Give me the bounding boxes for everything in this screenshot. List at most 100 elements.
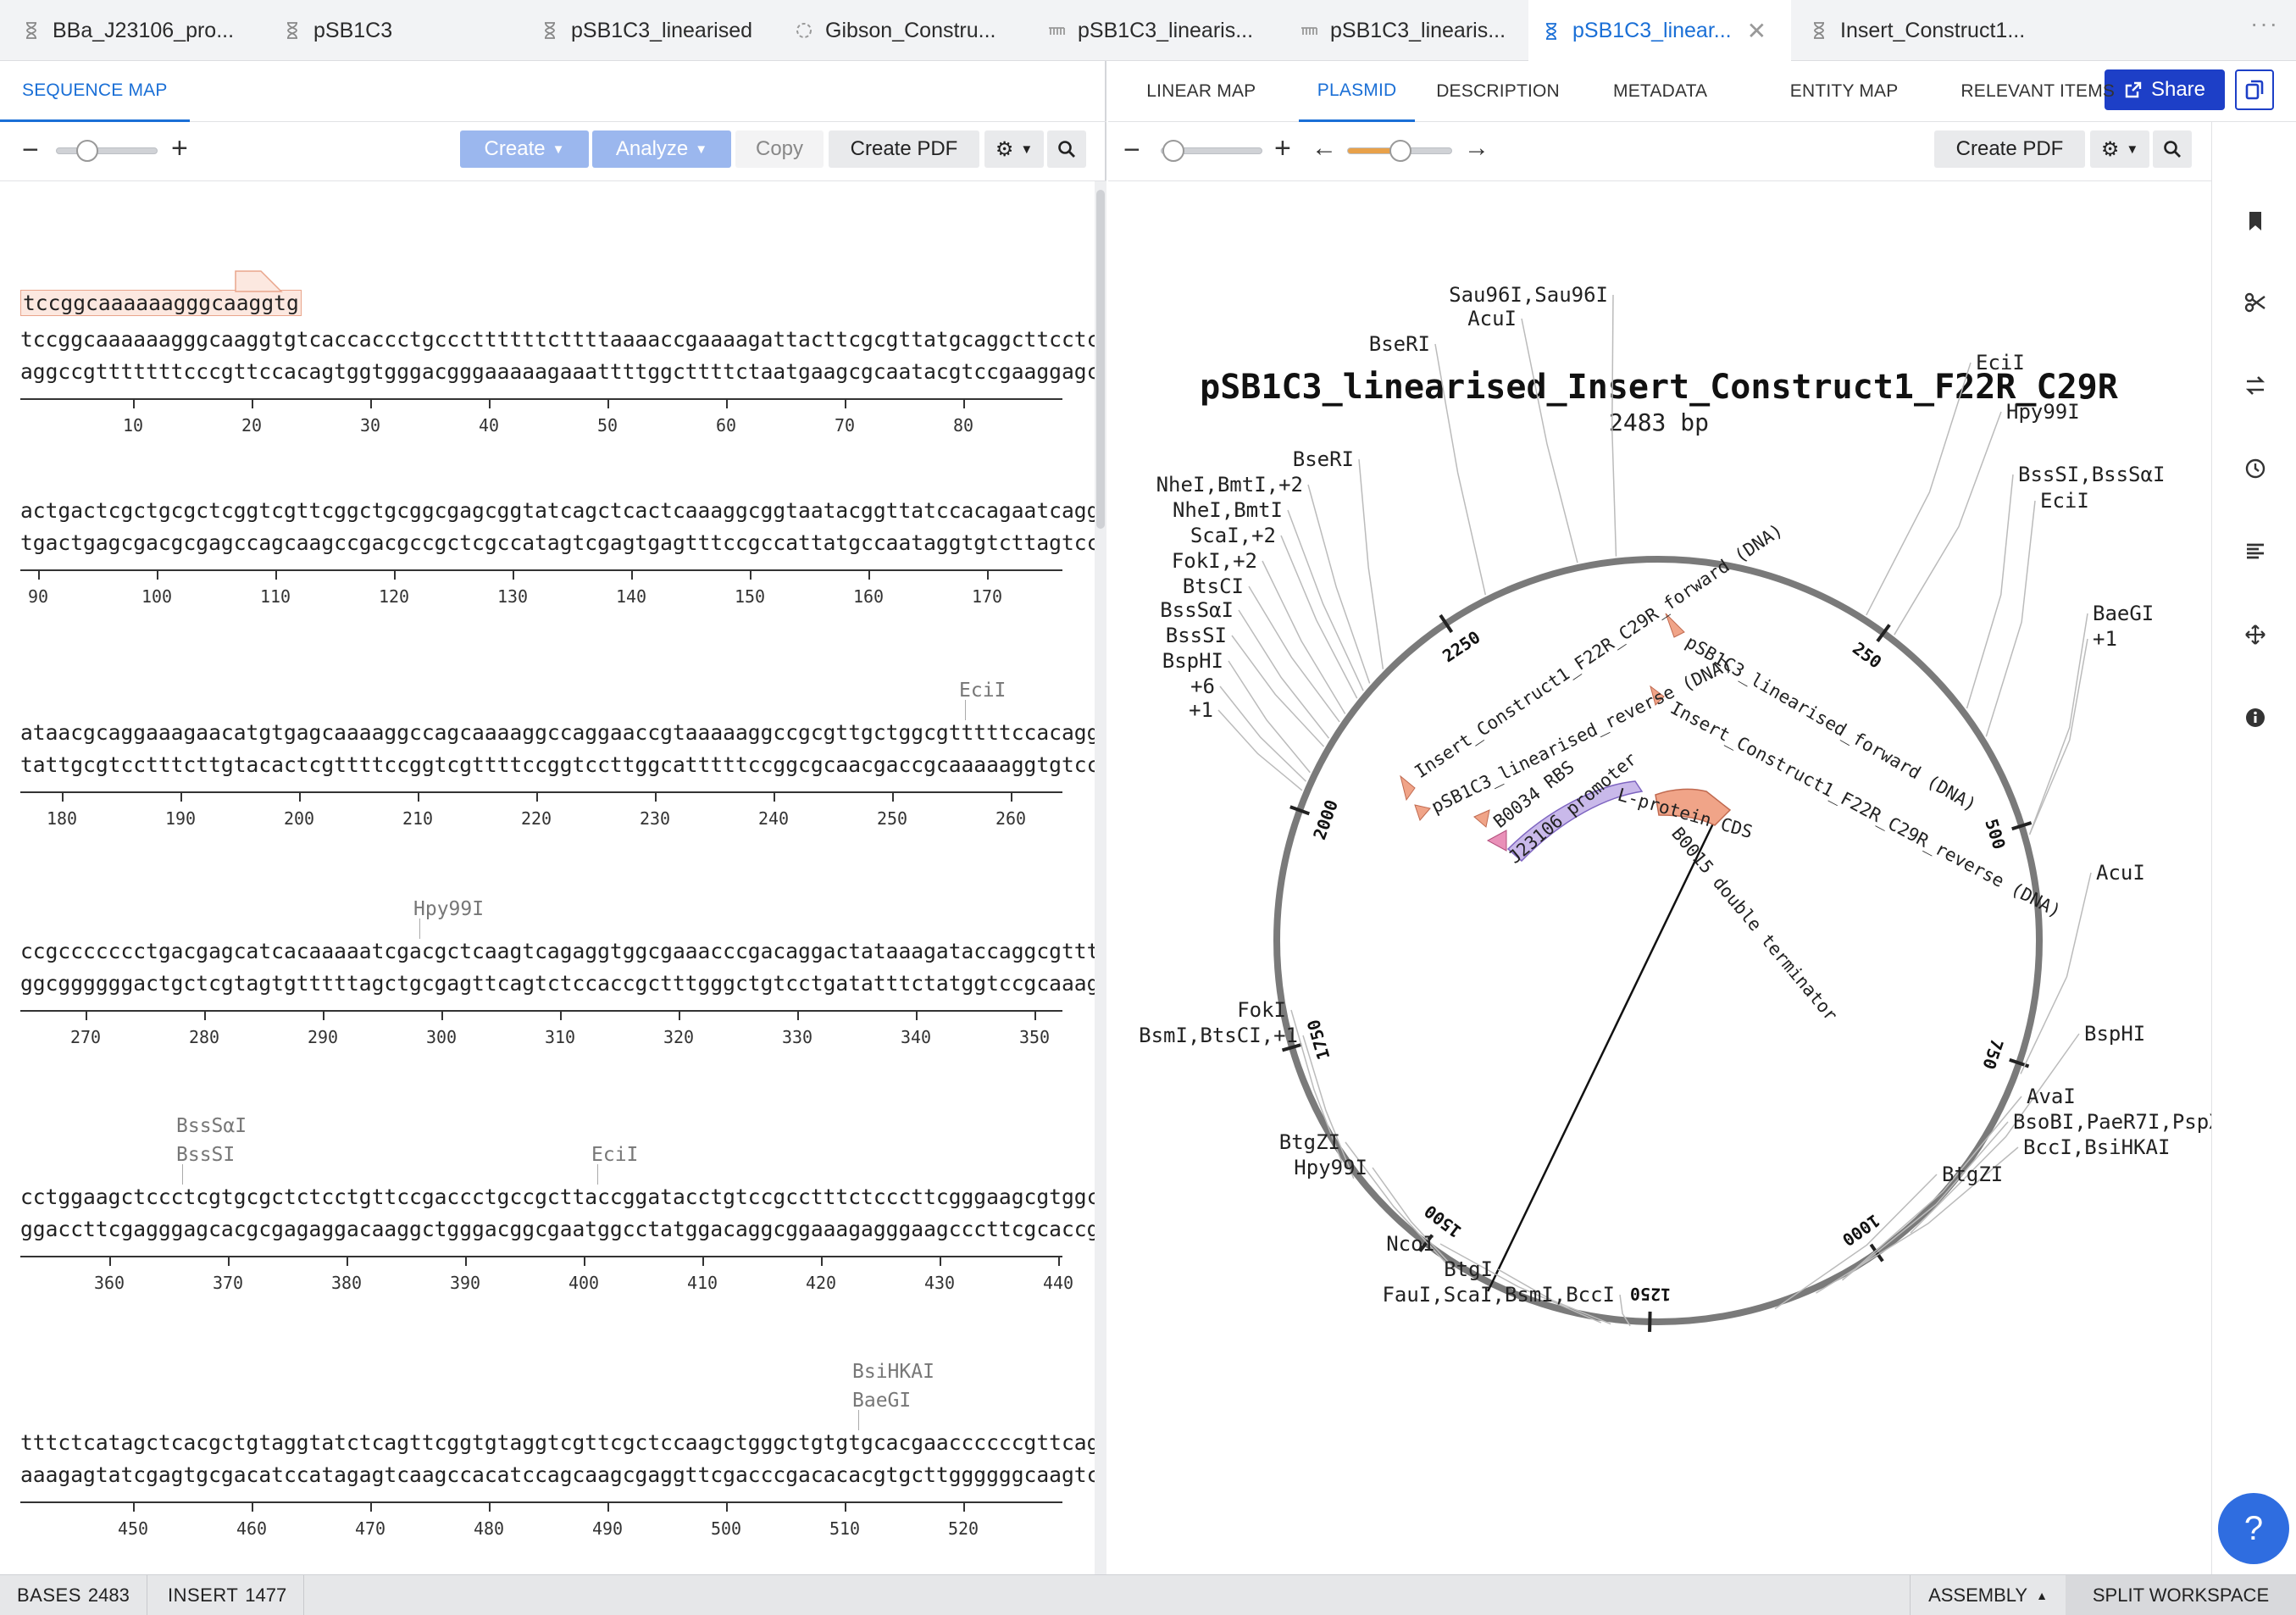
bookmark-icon[interactable] xyxy=(2244,210,2266,232)
create-button[interactable]: Create ▼ xyxy=(460,130,589,168)
primer-arrow-icon[interactable] xyxy=(1665,613,1685,638)
enzyme-label[interactable]: EciI xyxy=(591,1144,638,1166)
tab-3[interactable]: pSB1C3_linearised xyxy=(541,0,791,61)
scissors-icon[interactable] xyxy=(2244,291,2266,314)
enzyme-site-label[interactable]: FokI,+2 xyxy=(1172,549,1257,573)
enzyme-site-label[interactable]: +1 xyxy=(1189,698,1213,722)
enzyme-site-label[interactable]: +1 xyxy=(2093,627,2117,651)
tab-1[interactable]: BBa_J23106_pro... xyxy=(22,0,276,61)
tab-sequence-map[interactable]: SEQUENCE MAP xyxy=(0,61,190,122)
primer-arrow-icon[interactable] xyxy=(1414,804,1431,821)
enzyme-site-label[interactable]: BtgI xyxy=(1444,1257,1493,1281)
more-tabs-icon[interactable]: ··· xyxy=(2250,10,2279,37)
feature-label[interactable]: B0015 double terminator xyxy=(1667,824,1841,1025)
help-button[interactable]: ? xyxy=(2218,1493,2289,1564)
copy-button[interactable]: Copy xyxy=(735,130,824,168)
enzyme-site-label[interactable]: Sau96I,Sau96I xyxy=(1449,283,1608,307)
plasmid-map[interactable]: pSB1C3_linearised_Insert_Construct1_F22R… xyxy=(1108,181,2211,1574)
rotate-right-button[interactable]: → xyxy=(1464,136,1489,161)
enzyme-label[interactable]: BsiHKAI xyxy=(852,1361,934,1383)
rotate-left-button[interactable]: ← xyxy=(1312,136,1337,161)
move-icon[interactable] xyxy=(2244,624,2266,646)
enzyme-site-label[interactable]: AvaI xyxy=(2027,1085,2076,1108)
map-create-pdf-button[interactable]: Create PDF xyxy=(1934,130,2085,168)
map-zoom-slider[interactable] xyxy=(1161,140,1262,162)
map-zoom-out-button[interactable]: − xyxy=(1123,136,1140,164)
create-pdf-button[interactable]: Create PDF xyxy=(829,130,979,168)
assembly-toggle[interactable]: ASSEMBLY ▲ xyxy=(1910,1575,2066,1615)
enzyme-site-label[interactable]: BseRI xyxy=(1293,447,1354,471)
swap-icon[interactable] xyxy=(2244,375,2266,397)
tab-description[interactable]: DESCRIPTION xyxy=(1417,61,1578,122)
enzyme-label[interactable]: BaeGI xyxy=(852,1390,911,1412)
enzyme-site-label[interactable]: NheI,BmtI xyxy=(1173,498,1283,522)
enzyme-site-label[interactable]: BseRI xyxy=(1369,332,1430,356)
enzyme-site-label[interactable]: EciI xyxy=(1976,351,2025,375)
enzyme-site-label[interactable]: BspHI xyxy=(2084,1022,2145,1046)
enzyme-site-label[interactable]: BccI,BsiHKAI xyxy=(2023,1135,2170,1159)
rotation-slider[interactable] xyxy=(1347,140,1452,162)
sequence-scrollbar-thumb[interactable] xyxy=(1096,190,1105,529)
rbs-feature[interactable] xyxy=(1486,830,1507,852)
enzyme-site-label[interactable]: BssSI xyxy=(1166,624,1227,647)
enzyme-site-label[interactable]: BtgZI xyxy=(1279,1130,1340,1154)
tab-7[interactable]: pSB1C3_linear... ✕ xyxy=(1528,0,1791,62)
enzyme-site-label[interactable]: BspHI xyxy=(1162,649,1223,673)
zoom-slider-knob[interactable] xyxy=(76,140,98,162)
enzyme-label[interactable]: BssSI xyxy=(176,1144,235,1166)
enzyme-label[interactable]: Hpy99I xyxy=(413,898,484,920)
enzyme-site-label[interactable]: NheI,BmtI,+2 xyxy=(1156,473,1303,497)
plasmid-map-view[interactable]: pSB1C3_linearised_Insert_Construct1_F22R… xyxy=(1108,181,2211,1574)
tab-4[interactable]: Gibson_Constru... xyxy=(795,0,1045,61)
enzyme-site-label[interactable]: FokI xyxy=(1237,998,1286,1022)
map-zoom-in-button[interactable]: + xyxy=(1274,134,1291,163)
enzyme-site-label[interactable]: Hpy99I xyxy=(1294,1156,1367,1179)
enzyme-site-label[interactable]: BsmI,BtsCI,+1 xyxy=(1139,1024,1298,1047)
split-workspace-button[interactable]: SPLIT WORKSPACE xyxy=(2066,1575,2296,1615)
analyze-button[interactable]: Analyze ▼ xyxy=(592,130,731,168)
sequence-top-strand[interactable]: ccgccccccctgacgagcatcacaaaaatcgacgctcaag… xyxy=(20,939,1095,963)
sequence-bottom-strand[interactable]: aggccgtttttttcccgttccacagtggtgggacgggaaa… xyxy=(20,359,1095,384)
tab-2[interactable]: pSB1C3 xyxy=(283,0,537,61)
search-button[interactable] xyxy=(1047,130,1086,168)
map-search-button[interactable] xyxy=(2153,130,2192,168)
zoom-out-button[interactable]: − xyxy=(22,136,39,164)
enzyme-site-label[interactable]: BtsCI xyxy=(1183,574,1244,598)
sequence-bottom-strand[interactable]: tgactgagcgacgcgagccagcaagccgacgccgctcgcc… xyxy=(20,530,1095,555)
tab-entity-map[interactable]: ENTITY MAP xyxy=(1772,61,1917,122)
tab-8[interactable]: Insert_Construct1... xyxy=(1810,0,2064,61)
sequence-top-strand[interactable]: actgactcgctgcgctcggtcgttcggctgcggcgagcgg… xyxy=(20,498,1095,523)
zoom-slider[interactable] xyxy=(56,140,158,162)
tab-linear-map[interactable]: LINEAR MAP xyxy=(1128,61,1274,122)
sequence-bottom-strand[interactable]: ggaccttcgagggagcacgcgagaggacaaggctgggacg… xyxy=(20,1217,1095,1241)
sequence-bottom-strand[interactable]: aaagagtatcgagtgcgacatccatagagtcaagccacat… xyxy=(20,1462,1095,1487)
sequence-top-strand[interactable]: tccggcaaaaaagggcaaggtgtcaccaccctgccctttt… xyxy=(20,327,1095,352)
enzyme-site-label[interactable]: EciI xyxy=(2040,489,2089,513)
tab-5[interactable]: pSB1C3_linearis... xyxy=(1047,0,1298,61)
duplicate-button[interactable] xyxy=(2235,69,2274,110)
map-settings-menu-button[interactable]: ⚙ ▼ xyxy=(2090,130,2149,168)
tab-relevant-items[interactable]: RELEVANT ITEMS xyxy=(1942,61,2133,122)
tab-metadata[interactable]: METADATA xyxy=(1594,61,1726,122)
enzyme-site-label[interactable]: NcoI xyxy=(1386,1232,1435,1256)
enzyme-site-label[interactable]: AcuI xyxy=(2096,861,2145,885)
enzyme-site-label[interactable]: Hpy99I xyxy=(2006,400,2080,424)
enzyme-site-label[interactable]: BaeGI xyxy=(2093,602,2154,625)
close-icon[interactable]: ✕ xyxy=(1747,17,1766,45)
clock-icon[interactable] xyxy=(2244,458,2266,480)
rotation-slider-knob[interactable] xyxy=(1389,140,1411,162)
enzyme-site-label[interactable]: FauI,ScaI,BsmI,BccI xyxy=(1382,1283,1615,1307)
enzyme-site-label[interactable]: BssSαI xyxy=(1160,598,1234,622)
primer-annotation[interactable]: tccggcaaaaaagggcaaggtg xyxy=(20,290,302,316)
enzyme-label[interactable]: EciI xyxy=(959,680,1006,702)
sequence-bottom-strand[interactable]: tattgcgtcctttcttgtacactcgttttccggtcgtttt… xyxy=(20,752,1095,777)
enzyme-site-label[interactable]: AcuI xyxy=(1467,307,1517,330)
tab-6[interactable]: pSB1C3_linearis... xyxy=(1300,0,1540,61)
info-icon[interactable] xyxy=(2244,707,2266,729)
sequence-bottom-strand[interactable]: ggcggggggactgctcgtagtgtttttagctgcgagttca… xyxy=(20,971,1095,996)
enzyme-label[interactable]: BssSαI xyxy=(176,1115,247,1137)
map-zoom-slider-knob[interactable] xyxy=(1162,140,1184,162)
enzyme-site-label[interactable]: BssSI,BssSαI xyxy=(2018,463,2165,486)
sequence-scrollbar[interactable] xyxy=(1095,181,1106,1574)
align-left-icon[interactable] xyxy=(2244,541,2266,563)
